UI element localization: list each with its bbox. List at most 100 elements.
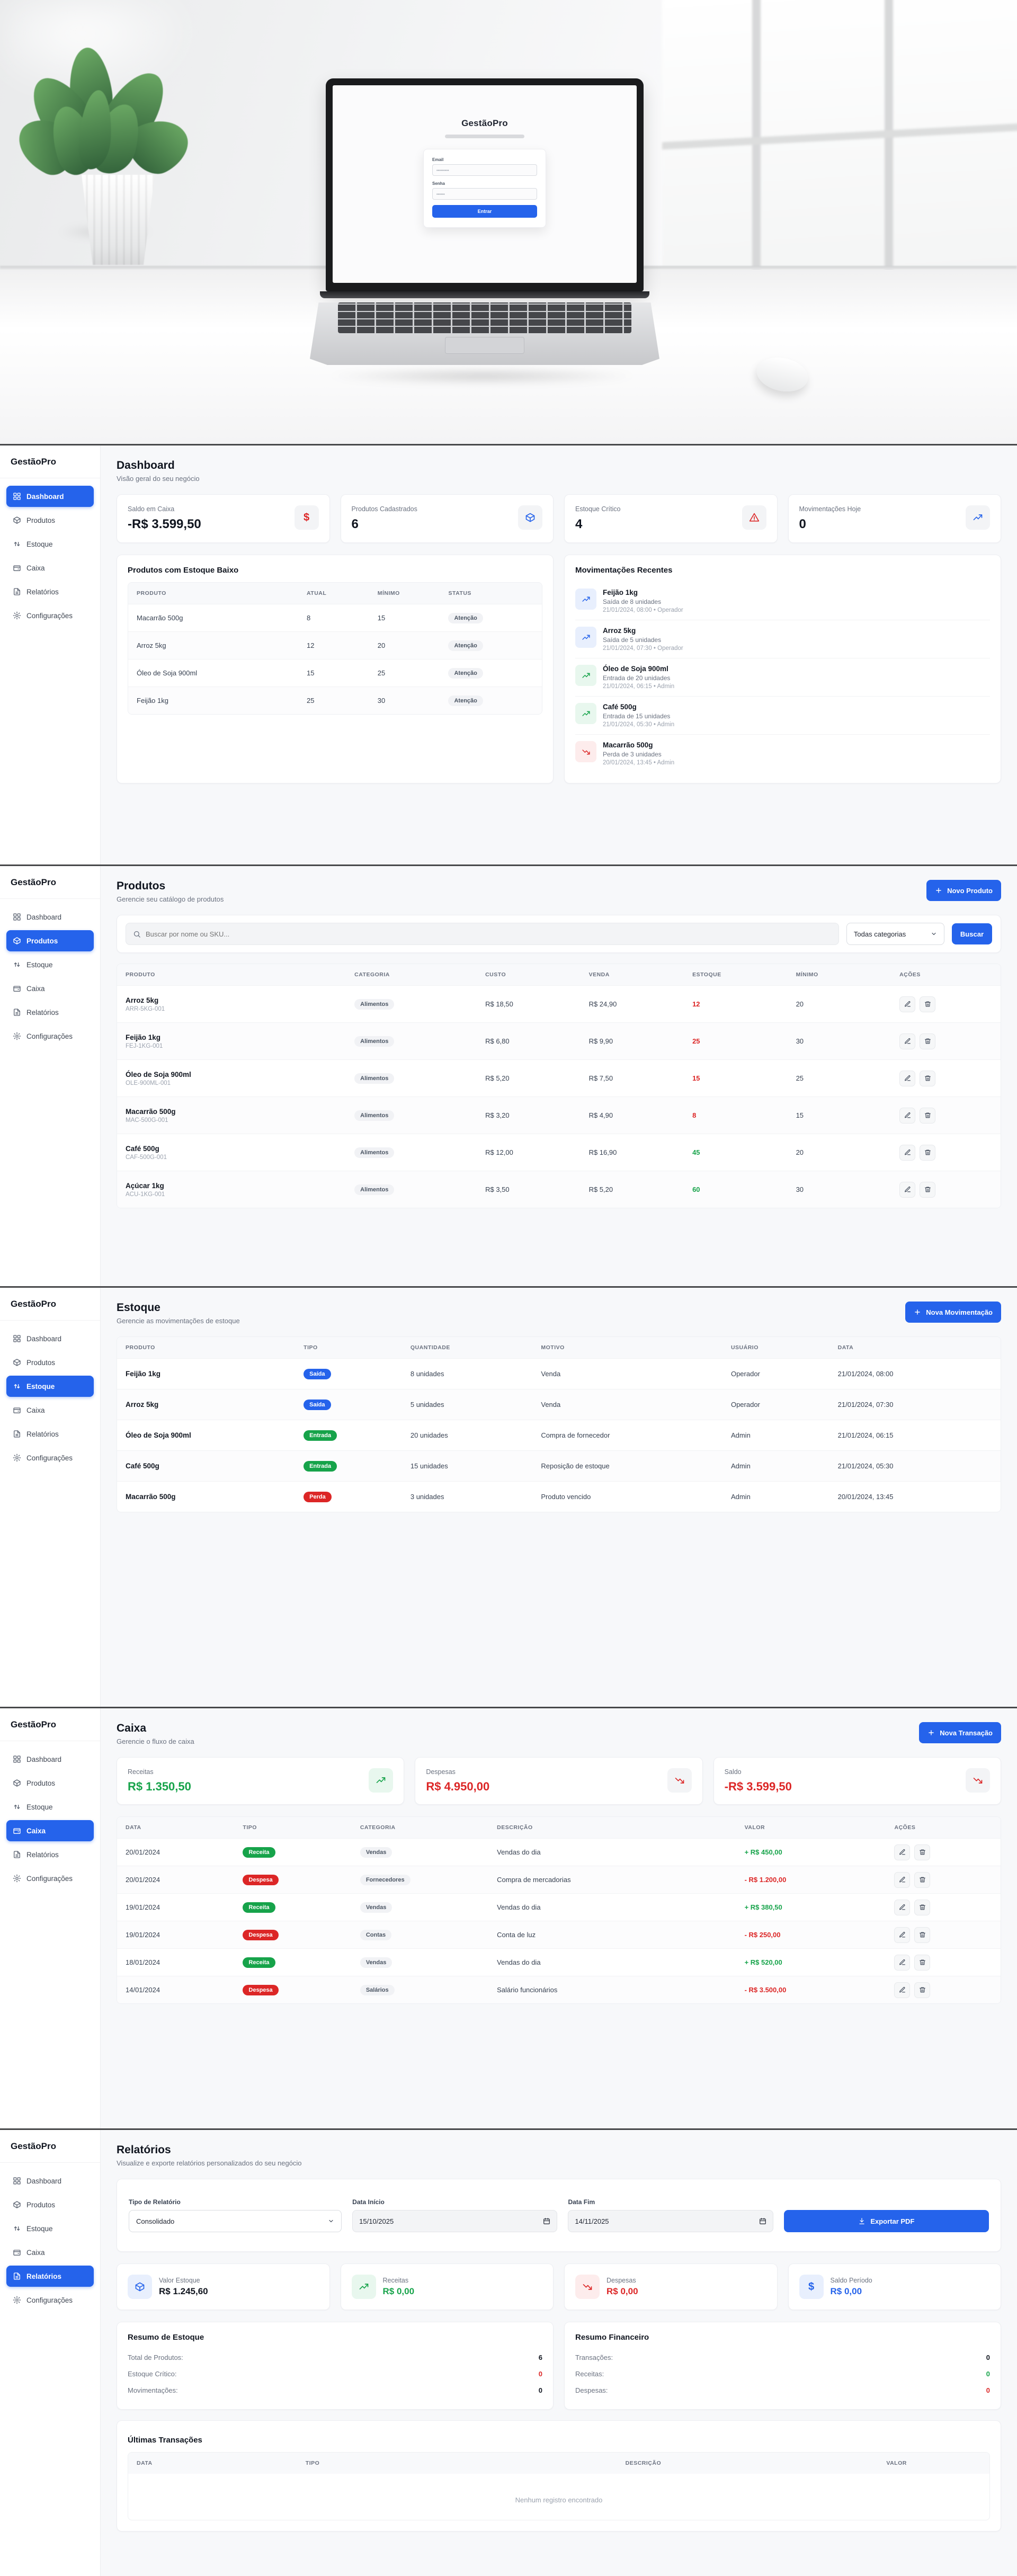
sidebar-item-dashboard[interactable]: Dashboard xyxy=(6,1328,94,1349)
delete-button[interactable] xyxy=(920,1071,935,1086)
sidebar-item-relatorios[interactable]: Relatórios xyxy=(6,2266,94,2287)
calendar-icon xyxy=(543,2217,550,2225)
item-desc: Saída de 5 unidades xyxy=(603,636,683,644)
delete-button[interactable] xyxy=(920,1033,935,1049)
stat-value: R$ 4.950,00 xyxy=(426,1780,489,1794)
data-inicio-field[interactable] xyxy=(352,2210,557,2232)
edit-button[interactable] xyxy=(894,1872,910,1888)
delete-button[interactable] xyxy=(914,1955,930,1971)
app-logo: GestãoPro xyxy=(0,445,100,478)
login-email-label: Email xyxy=(432,157,537,162)
edit-button[interactable] xyxy=(894,1900,910,1915)
delete-button[interactable] xyxy=(914,1927,930,1943)
edit-button[interactable] xyxy=(899,1033,915,1049)
delete-button[interactable] xyxy=(920,996,935,1012)
sidebar-item-caixa[interactable]: Caixa xyxy=(6,978,94,999)
category-select[interactable]: Todas categorias xyxy=(846,923,944,945)
sidebar-item-configuracoes[interactable]: Configurações xyxy=(6,2289,94,2311)
summary-label: Receitas: xyxy=(575,2370,604,2378)
dashboard-main: Dashboard Visão geral do seu negócio Sal… xyxy=(101,445,1017,864)
edit-button[interactable] xyxy=(899,996,915,1012)
edit-button[interactable] xyxy=(899,1108,915,1124)
tipo-relatorio-select[interactable]: Consolidado xyxy=(129,2210,342,2232)
delete-button[interactable] xyxy=(920,1108,935,1124)
produtos-screen: GestãoPro Dashboard Produtos Estoque Cai… xyxy=(0,864,1017,1286)
resumo-financeiro-card: Resumo Financeiro Transações:0 Receitas:… xyxy=(564,2322,1001,2410)
cell: 21/01/2024, 06:15 xyxy=(838,1431,992,1439)
sidebar-item-dashboard[interactable]: Dashboard xyxy=(6,1749,94,1770)
arrows-up-down-icon xyxy=(13,2224,21,2233)
table-row: 18/01/2024ReceitaVendasVendas do dia+ R$… xyxy=(117,1948,1001,1976)
relatorios-screen: GestãoPro Dashboard Produtos Estoque Cai… xyxy=(0,2128,1017,2576)
exportar-pdf-button[interactable]: Exportar PDF xyxy=(784,2210,989,2232)
sidebar-item-estoque[interactable]: Estoque xyxy=(6,1796,94,1817)
sidebar-item-estoque[interactable]: Estoque xyxy=(6,533,94,555)
delete-button[interactable] xyxy=(914,1844,930,1860)
cell: 25 xyxy=(378,669,449,677)
sidebar-item-dashboard[interactable]: Dashboard xyxy=(6,906,94,928)
search-field[interactable] xyxy=(126,923,839,945)
edit-button[interactable] xyxy=(894,1982,910,1998)
sidebar-item-estoque[interactable]: Estoque xyxy=(6,2218,94,2239)
edit-button[interactable] xyxy=(899,1145,915,1161)
sidebar-item-relatorios[interactable]: Relatórios xyxy=(6,1844,94,1865)
trend-up-icon xyxy=(575,627,596,648)
sidebar-item-label: Caixa xyxy=(26,564,45,572)
edit-button[interactable] xyxy=(899,1071,915,1086)
sidebar-item-configuracoes[interactable]: Configurações xyxy=(6,1447,94,1468)
stat-label: Saldo xyxy=(725,1768,792,1776)
nova-movimentacao-button[interactable]: Nova Movimentação xyxy=(905,1302,1001,1323)
tipo-badge: Entrada xyxy=(304,1430,337,1441)
sidebar-item-caixa[interactable]: Caixa xyxy=(6,2242,94,2263)
delete-button[interactable] xyxy=(920,1145,935,1161)
data-fim-input[interactable] xyxy=(575,2217,759,2225)
pencil-icon xyxy=(904,1038,911,1045)
sidebar-item-relatorios[interactable]: Relatórios xyxy=(6,581,94,602)
sidebar-item-caixa[interactable]: Caixa xyxy=(6,1400,94,1421)
sidebar-item-configuracoes[interactable]: Configurações xyxy=(6,1026,94,1047)
sidebar-item-estoque[interactable]: Estoque xyxy=(6,1376,94,1397)
cell: Arroz 5kg xyxy=(137,641,307,649)
cell: 15 xyxy=(796,1111,900,1119)
edit-button[interactable] xyxy=(894,1844,910,1860)
search-input[interactable] xyxy=(146,930,832,938)
stat-value: R$ 1.350,50 xyxy=(128,1780,191,1794)
delete-button[interactable] xyxy=(914,1872,930,1888)
table-row: Açúcar 1kgACU-1KG-001 Alimentos R$ 3,50R… xyxy=(117,1171,1001,1208)
trend-down-icon xyxy=(575,2275,600,2299)
sidebar-item-produtos[interactable]: Produtos xyxy=(6,510,94,531)
sidebar-item-dashboard[interactable]: Dashboard xyxy=(6,2170,94,2191)
data-fim-field[interactable] xyxy=(568,2210,773,2232)
chevron-down-icon xyxy=(931,931,937,937)
edit-button[interactable] xyxy=(894,1955,910,1971)
sidebar-item-caixa[interactable]: Caixa xyxy=(6,1820,94,1841)
sidebar-item-configuracoes[interactable]: Configurações xyxy=(6,1868,94,1889)
stat-cards: Saldo em Caixa-R$ 3.599,50 $ Produtos Ca… xyxy=(117,494,1001,543)
sidebar-item-produtos[interactable]: Produtos xyxy=(6,1352,94,1373)
sidebar-item-produtos[interactable]: Produtos xyxy=(6,930,94,951)
edit-button[interactable] xyxy=(894,1927,910,1943)
sidebar-item-caixa[interactable]: Caixa xyxy=(6,557,94,578)
delete-button[interactable] xyxy=(914,1900,930,1915)
cell: 20/01/2024 xyxy=(126,1876,243,1884)
stat-value: R$ 0,00 xyxy=(831,2286,872,2297)
data-inicio-input[interactable] xyxy=(359,2217,543,2225)
tipo-badge: Despesa xyxy=(243,1875,278,1885)
sidebar-item-produtos[interactable]: Produtos xyxy=(6,1772,94,1794)
sidebar-item-relatorios[interactable]: Relatórios xyxy=(6,1002,94,1023)
novo-produto-button[interactable]: Novo Produto xyxy=(926,880,1001,901)
sidebar-item-relatorios[interactable]: Relatórios xyxy=(6,1423,94,1445)
cell: 15 xyxy=(378,614,449,622)
buscar-button[interactable]: Buscar xyxy=(952,923,992,944)
sidebar-item-dashboard[interactable]: Dashboard xyxy=(6,486,94,507)
item-desc: Perda de 3 unidades xyxy=(603,751,674,758)
nova-transacao-button[interactable]: Nova Transação xyxy=(919,1722,1001,1743)
delete-button[interactable] xyxy=(914,1982,930,1998)
sidebar-item-label: Dashboard xyxy=(26,1755,61,1763)
edit-button[interactable] xyxy=(899,1182,915,1198)
sidebar-item-configuracoes[interactable]: Configurações xyxy=(6,605,94,626)
sidebar-item-produtos[interactable]: Produtos xyxy=(6,2194,94,2215)
delete-button[interactable] xyxy=(920,1182,935,1198)
page-title: Caixa xyxy=(117,1722,194,1735)
sidebar-item-estoque[interactable]: Estoque xyxy=(6,954,94,975)
